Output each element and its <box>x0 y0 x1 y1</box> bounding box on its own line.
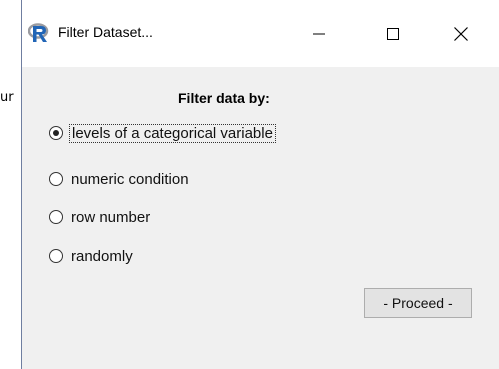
filter-heading: Filter data by: <box>178 90 270 106</box>
r-logo-icon <box>28 23 49 42</box>
window-title: Filter Dataset... <box>58 24 153 40</box>
maximize-button[interactable] <box>370 0 416 67</box>
radio-label[interactable]: randomly <box>69 248 135 265</box>
radio-button[interactable] <box>49 172 63 186</box>
radio-button[interactable] <box>49 249 63 263</box>
close-icon <box>454 26 468 41</box>
radio-button[interactable] <box>49 210 63 224</box>
minimize-button[interactable] <box>296 0 342 67</box>
proceed-button[interactable]: - Proceed - <box>364 288 472 318</box>
radio-label[interactable]: numeric condition <box>69 171 191 188</box>
radio-label[interactable]: row number <box>69 209 152 226</box>
radio-option-row-number[interactable]: row number <box>49 206 152 228</box>
background-app-text: ur <box>0 90 14 105</box>
title-bar[interactable]: Filter Dataset... <box>22 0 499 67</box>
radio-button-checked[interactable] <box>49 126 63 140</box>
close-button[interactable] <box>438 0 484 67</box>
maximize-icon <box>387 27 399 40</box>
radio-option-numeric[interactable]: numeric condition <box>49 168 191 190</box>
radio-option-randomly[interactable]: randomly <box>49 245 135 267</box>
radio-option-categorical[interactable]: levels of a categorical variable <box>49 122 276 144</box>
filter-dataset-dialog: Filter Dataset... Filter data by: levels… <box>21 0 499 369</box>
radio-label[interactable]: levels of a categorical variable <box>69 123 276 143</box>
minimize-icon <box>313 33 325 34</box>
